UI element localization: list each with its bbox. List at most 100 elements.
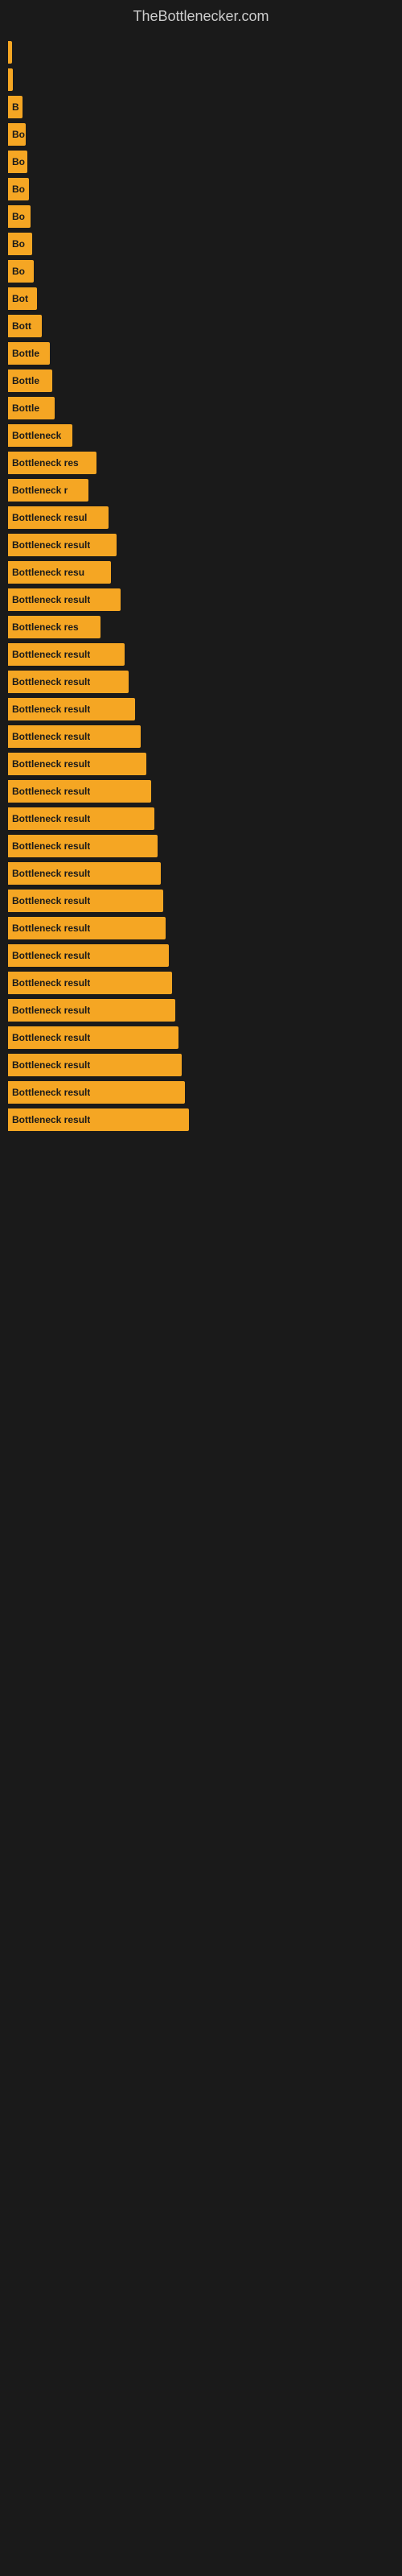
bar-row: B: [8, 96, 394, 118]
bar-row: Bottleneck result: [8, 944, 394, 967]
bar-row: Bottle: [8, 397, 394, 419]
bar-item: Bottleneck result: [8, 534, 117, 556]
bar-row: Bottle: [8, 369, 394, 392]
bar-item: Bottleneck result: [8, 671, 129, 693]
bar-row: Bottleneck result: [8, 725, 394, 748]
bar-label: Bottleneck result: [12, 868, 90, 879]
bar-item: Bott: [8, 315, 42, 337]
bar-row: Bottleneck result: [8, 862, 394, 885]
bar-item: Bo: [8, 205, 31, 228]
bar-item: Bottleneck resu: [8, 561, 111, 584]
bar-item: Bottleneck result: [8, 917, 166, 939]
bar-label: Bottleneck result: [12, 731, 90, 742]
bar-item: Bottleneck resul: [8, 506, 109, 529]
bar-row: Bo: [8, 178, 394, 200]
bar-label: Bottleneck r: [12, 485, 68, 496]
bar-item: Bottleneck result: [8, 807, 154, 830]
bar-row: Bo: [8, 205, 394, 228]
bar-row: Bottleneck result: [8, 890, 394, 912]
bar-label: Bottleneck result: [12, 676, 90, 687]
bar-item: Bottleneck result: [8, 753, 146, 775]
bar-label: Bottle: [12, 375, 39, 386]
bar-row: Bottleneck result: [8, 671, 394, 693]
bar-row: Bottleneck: [8, 424, 394, 447]
bar-row: Bot: [8, 287, 394, 310]
bar-row: [8, 41, 394, 64]
bar-row: Bottleneck result: [8, 835, 394, 857]
bar-item: Bottleneck result: [8, 698, 135, 720]
bar-label: Bo: [12, 184, 25, 195]
bar-label: Bottleneck resu: [12, 567, 84, 578]
bar-row: Bottleneck result: [8, 1081, 394, 1104]
bar-row: Bo: [8, 233, 394, 255]
bar-label: Bottleneck result: [12, 704, 90, 715]
bar-label: Bottleneck result: [12, 539, 90, 551]
bar-item: Bottleneck: [8, 424, 72, 447]
bar-item: Bottleneck result: [8, 1026, 178, 1049]
bar-item: Bottle: [8, 397, 55, 419]
bar-label: Bottleneck result: [12, 840, 90, 852]
bar-row: Bo: [8, 151, 394, 173]
bar-label: Bottleneck result: [12, 594, 90, 605]
bar-label: Bottleneck res: [12, 457, 79, 469]
bar-label: Bottleneck result: [12, 649, 90, 660]
bar-item: Bo: [8, 233, 32, 255]
bar-label: Bottleneck result: [12, 758, 90, 770]
bar-item: Bottle: [8, 342, 50, 365]
bar-label: Bottleneck res: [12, 621, 79, 633]
bar-row: Bottleneck result: [8, 807, 394, 830]
bar-label: Bo: [12, 238, 25, 250]
bar-row: Bott: [8, 315, 394, 337]
bar-label: Bot: [12, 293, 28, 304]
bar-item: Bottleneck result: [8, 890, 163, 912]
bar-row: Bo: [8, 260, 394, 283]
bar-item: Bottle: [8, 369, 52, 392]
bar-item: [8, 68, 13, 91]
bar-label: Bottleneck result: [12, 1032, 90, 1043]
bar-row: Bottle: [8, 342, 394, 365]
bar-label: Bottleneck result: [12, 895, 90, 906]
bar-label: Bottleneck result: [12, 1059, 90, 1071]
bar-item: Bottleneck r: [8, 479, 88, 502]
bar-item: Bo: [8, 123, 26, 146]
bar-row: Bottleneck result: [8, 780, 394, 803]
bar-item: Bottleneck result: [8, 944, 169, 967]
bar-label: Bottleneck result: [12, 1087, 90, 1098]
bar-row: Bottleneck r: [8, 479, 394, 502]
bar-row: Bottleneck result: [8, 972, 394, 994]
bar-row: Bottleneck res: [8, 616, 394, 638]
bar-item: B: [8, 96, 23, 118]
bar-label: Bottleneck resul: [12, 512, 87, 523]
bar-item: Bottleneck result: [8, 835, 158, 857]
bar-item: Bot: [8, 287, 37, 310]
bar-label: Bottleneck: [12, 430, 61, 441]
bar-row: Bottleneck result: [8, 1108, 394, 1131]
bar-label: Bott: [12, 320, 31, 332]
site-title: TheBottlenecker.com: [0, 0, 402, 29]
bar-item: [8, 41, 12, 64]
bar-item: Bottleneck result: [8, 725, 141, 748]
bar-row: Bottleneck resu: [8, 561, 394, 584]
bar-item: Bottleneck result: [8, 972, 172, 994]
bar-label: Bottleneck result: [12, 950, 90, 961]
bar-row: Bottleneck result: [8, 643, 394, 666]
bars-container: B Bo Bo Bo Bo Bo Bo Bot Bott Bottle Bottle Bottle Bo…: [0, 29, 402, 1144]
bar-row: Bo: [8, 123, 394, 146]
bar-row: [8, 68, 394, 91]
bar-row: Bottleneck res: [8, 452, 394, 474]
bar-item: Bottleneck result: [8, 1081, 185, 1104]
bar-label: Bottleneck result: [12, 813, 90, 824]
bar-label: Bo: [12, 211, 25, 222]
bar-row: Bottleneck result: [8, 917, 394, 939]
bar-item: Bottleneck result: [8, 588, 121, 611]
bar-item: Bottleneck result: [8, 999, 175, 1022]
bar-item: Bottleneck res: [8, 452, 96, 474]
bar-label: Bo: [12, 129, 25, 140]
bar-item: Bottleneck result: [8, 643, 125, 666]
bar-row: Bottleneck result: [8, 1026, 394, 1049]
bar-label: Bo: [12, 266, 25, 277]
bar-label: Bottleneck result: [12, 1005, 90, 1016]
bar-row: Bottleneck result: [8, 1054, 394, 1076]
bar-item: Bo: [8, 260, 34, 283]
bar-label: Bottleneck result: [12, 1114, 90, 1125]
